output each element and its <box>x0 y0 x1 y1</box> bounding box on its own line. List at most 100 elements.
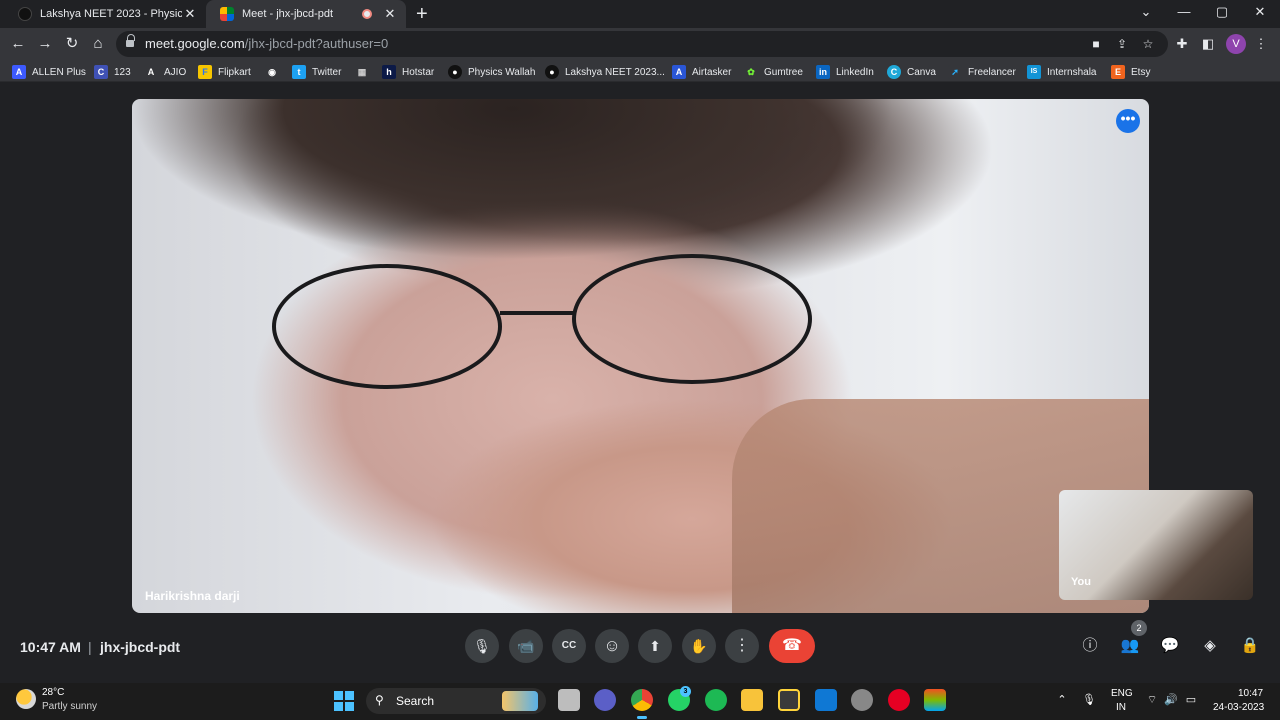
bookmark-lakshya-neet[interactable]: ● Lakshya NEET 2023... <box>545 64 665 80</box>
region-indicator[interactable]: IN <box>1116 702 1126 713</box>
captions-icon: CC <box>561 640 577 651</box>
bookmark-etsy[interactable]: E Etsy <box>1111 64 1150 80</box>
bookmark-gumtree[interactable]: ✿ Gumtree <box>744 64 803 80</box>
chat-icon: 💬 <box>1160 637 1180 654</box>
meeting-clock: 10:47 AM <box>20 639 81 655</box>
captions-button[interactable]: CC <box>552 629 586 663</box>
bookmarks-bar: A ALLEN Plus C 123 A AJIO F Flipkart ◉ t Twit… <box>0 60 1280 82</box>
bookmark-allen-plus[interactable]: A ALLEN Plus <box>12 64 86 80</box>
chrome-active-indicator <box>637 716 647 719</box>
profile-avatar[interactable]: V <box>1226 34 1246 54</box>
camera-in-use-icon[interactable]: ■ <box>1088 36 1104 52</box>
weather-description[interactable]: Partly sunny <box>42 701 97 712</box>
twitter-icon: t <box>292 65 306 79</box>
self-view-tile[interactable]: You <box>1059 490 1253 600</box>
chevron-up-icon[interactable]: ⌃ <box>1054 693 1070 706</box>
bookmark-canva[interactable]: C Canva <box>887 64 936 80</box>
home-icon[interactable]: ⌂ <box>88 34 108 54</box>
camera-button[interactable]: 📹 <box>509 629 543 663</box>
microphone-in-use-icon[interactable]: 🎙 <box>1081 693 1097 706</box>
close-window-button[interactable]: ✕ <box>1242 4 1278 20</box>
pw-icon: ● <box>545 65 559 79</box>
taskbar-clock-date[interactable]: 24-03-2023 <box>1213 702 1264 713</box>
side-panel-icon[interactable]: ◧ <box>1199 35 1217 53</box>
search-highlight-icon <box>502 691 538 711</box>
recording-indicator-icon <box>362 9 372 19</box>
reload-icon[interactable]: ↻ <box>62 34 82 54</box>
bookmark-star-icon[interactable]: ☆ <box>1140 36 1156 52</box>
bookmark-internshala[interactable]: IS Internshala <box>1027 64 1096 80</box>
tab-title: Meet - jhx-jbcd-pdt <box>242 8 334 20</box>
pinterest-icon[interactable] <box>888 689 910 711</box>
spotify-icon[interactable] <box>705 689 727 711</box>
language-indicator[interactable]: ENG <box>1111 688 1133 699</box>
bookmark-airtasker[interactable]: A Airtasker <box>672 64 731 80</box>
participant-name: Harikrishna darji <box>145 589 240 603</box>
file-explorer-icon[interactable] <box>741 689 763 711</box>
bookmark-grid[interactable]: ▦ <box>355 64 375 80</box>
tab-physics-wallah[interactable]: Lakshya NEET 2023 - Physics Wallah ✕ <box>4 0 206 28</box>
minimize-button[interactable]: — <box>1166 4 1202 19</box>
bookmark-physics-wallah[interactable]: ● Physics Wallah <box>448 64 535 80</box>
bookmark-twitter[interactable]: t Twitter <box>292 64 341 80</box>
microphone-icon: 🎙 <box>473 638 491 654</box>
url-text: meet.google.com/jhx-jbcd-pdt?authuser=0 <box>145 36 389 51</box>
chrome-icon[interactable] <box>631 689 653 711</box>
people-icon: 👥 <box>1120 637 1140 654</box>
teams-chat-icon[interactable] <box>594 689 616 711</box>
forward-arrow-icon[interactable]: → <box>35 34 55 54</box>
close-tab-icon[interactable]: ✕ <box>382 6 398 22</box>
taskbar-search-box[interactable]: ⚲ Search <box>366 688 546 714</box>
hand-icon: ✋ <box>690 638 708 654</box>
microsoft-store-icon[interactable] <box>778 689 800 711</box>
search-icon: ⚲ <box>375 693 384 707</box>
weather-temperature[interactable]: 28°C <box>42 687 64 698</box>
meeting-details-button[interactable]: ⓘ <box>1079 635 1101 657</box>
chat-button[interactable]: 💬 <box>1159 635 1181 657</box>
bookmark-freelancer[interactable]: ➚ Freelancer <box>948 64 1016 80</box>
bookmark-flipkart[interactable]: F Flipkart <box>198 64 251 80</box>
new-tab-button[interactable]: + <box>416 3 428 26</box>
task-view-icon[interactable] <box>558 689 580 711</box>
grid-icon: ▦ <box>355 65 369 79</box>
address-bar[interactable]: meet.google.com/jhx-jbcd-pdt?authuser=0 … <box>116 31 1168 57</box>
volume-icon[interactable]: 🔊 <box>1163 693 1179 706</box>
mail-icon[interactable] <box>815 689 837 711</box>
bookmark-globe[interactable]: ◉ <box>265 64 285 80</box>
bookmark-hotstar[interactable]: h Hotstar <box>382 64 434 80</box>
tab-meet[interactable]: Meet - jhx-jbcd-pdt ✕ <box>206 0 406 28</box>
emoji-button[interactable]: ☺ <box>595 629 629 663</box>
people-button[interactable]: 👥 <box>1119 635 1141 657</box>
back-arrow-icon[interactable]: ← <box>8 34 28 54</box>
present-button[interactable]: ⬆ <box>638 629 672 663</box>
activities-button[interactable]: ◈ <box>1199 635 1221 657</box>
browser-menu-icon[interactable]: ⋮ <box>1252 35 1270 53</box>
weather-partly-sunny-icon[interactable] <box>16 689 36 709</box>
bookmark-123[interactable]: C 123 <box>94 64 131 80</box>
wifi-icon[interactable]: ⌔ <box>1144 693 1160 707</box>
share-icon[interactable]: ⇪ <box>1114 36 1130 52</box>
windows-start-icon[interactable] <box>334 691 354 711</box>
bookmark-linkedin[interactable]: in LinkedIn <box>816 64 874 80</box>
info-icon: ⓘ <box>1082 637 1098 654</box>
tile-options-button[interactable]: ••• <box>1116 109 1140 133</box>
tab-search-icon[interactable]: ⌄ <box>1128 4 1164 20</box>
close-tab-icon[interactable]: ✕ <box>182 6 198 22</box>
extensions-puzzle-icon[interactable]: ✚ <box>1173 35 1191 53</box>
raise-hand-button[interactable]: ✋ <box>682 629 716 663</box>
camera-icon: 📹 <box>517 638 535 654</box>
taskbar-clock-time[interactable]: 10:47 <box>1238 688 1263 699</box>
host-controls-button[interactable]: 🔒 <box>1239 635 1261 657</box>
tab-strip: Lakshya NEET 2023 - Physics Wallah ✕ Mee… <box>0 0 1280 28</box>
microphone-button[interactable]: 🎙 <box>465 629 499 663</box>
maximize-button[interactable]: ▢ <box>1204 4 1240 20</box>
end-call-button[interactable]: ☎ <box>769 629 815 663</box>
bluestacks-icon[interactable] <box>924 689 946 711</box>
more-options-button[interactable]: ⋮ <box>725 629 759 663</box>
bookmark-ajio[interactable]: A AJIO <box>144 64 186 80</box>
settings-gear-icon[interactable] <box>851 689 873 711</box>
battery-icon[interactable]: ▭ <box>1183 693 1199 706</box>
freelancer-icon: ➚ <box>948 65 962 79</box>
participant-video-tile[interactable]: Harikrishna darji ••• <box>132 99 1149 613</box>
meeting-code: jhx-jbcd-pdt <box>100 639 181 655</box>
